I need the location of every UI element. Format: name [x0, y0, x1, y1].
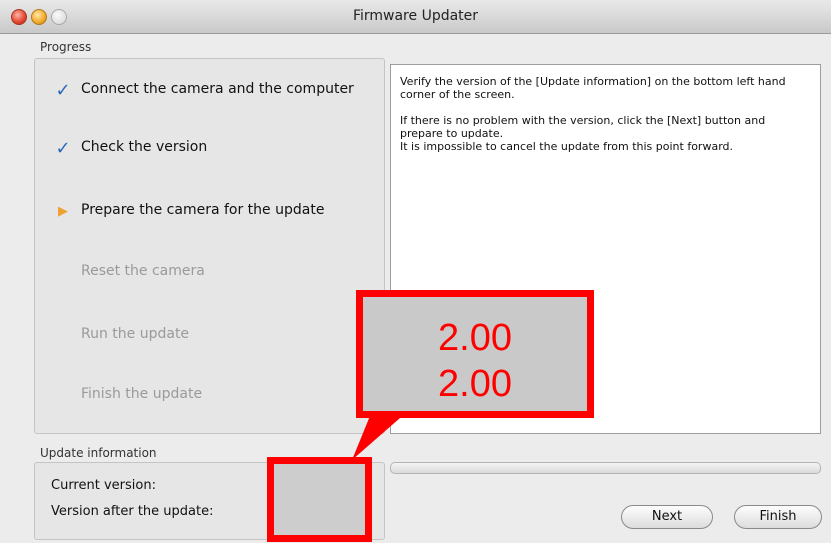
callout-pointer [352, 411, 408, 460]
version-callout: 2.00 2.00 [356, 290, 594, 418]
version-highlight-box [267, 457, 372, 542]
callout-current-version: 2.00 [438, 317, 512, 359]
callout-after-version: 2.00 [438, 363, 512, 405]
